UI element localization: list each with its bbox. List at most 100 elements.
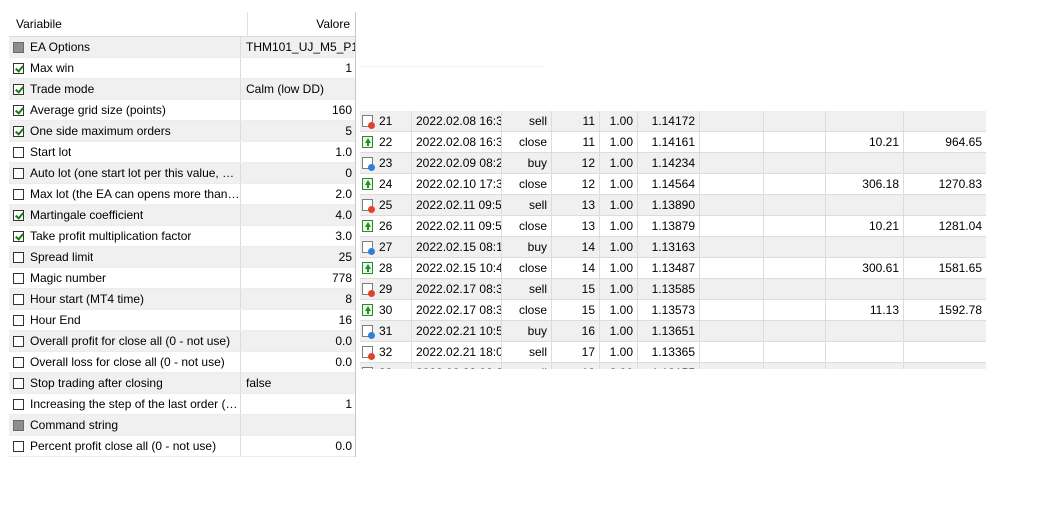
- trade-type: close: [502, 216, 552, 236]
- column-header-value[interactable]: Valore: [248, 12, 355, 36]
- parameter-value[interactable]: 4.0: [241, 205, 355, 225]
- sell-order-icon: [362, 115, 375, 129]
- trade-balance: [904, 153, 986, 173]
- table-row[interactable]: 29 2022.02.17 08:35 sell 15 1.00 1.13585: [360, 279, 986, 300]
- optimize-checkbox[interactable]: [13, 167, 24, 179]
- trade-number-cell: 27: [360, 237, 412, 257]
- parameter-name-cell: Magic number: [9, 268, 241, 288]
- table-row[interactable]: 23 2022.02.09 08:20 buy 12 1.00 1.14234: [360, 153, 986, 174]
- optimize-checkbox[interactable]: [13, 41, 24, 53]
- optimize-checkbox[interactable]: [13, 83, 24, 95]
- optimize-checkbox[interactable]: [13, 440, 24, 452]
- parameter-row[interactable]: Average grid size (points) 160: [9, 100, 355, 121]
- optimize-checkbox[interactable]: [13, 146, 24, 158]
- optimize-checkbox[interactable]: [13, 419, 24, 431]
- trade-profit: [826, 153, 904, 173]
- sell-order-icon: [362, 199, 375, 213]
- parameter-value[interactable]: 16: [241, 310, 355, 330]
- parameter-row[interactable]: EA Options THM101_UJ_M5_P157: [9, 37, 355, 58]
- parameter-row[interactable]: Stop trading after closing false: [9, 373, 355, 394]
- parameter-row[interactable]: Percent profit close all (0 - not use) 0.…: [9, 436, 355, 457]
- column-header-variable[interactable]: Variabile: [9, 12, 248, 36]
- parameter-row[interactable]: Hour start (MT4 time) 8: [9, 289, 355, 310]
- trade-number: 21: [379, 114, 393, 128]
- table-row[interactable]: 33 2022.02.22 02:20sell182.001.13155: [360, 363, 986, 369]
- parameter-row[interactable]: Start lot 1.0: [9, 142, 355, 163]
- parameter-value[interactable]: 778: [241, 268, 355, 288]
- parameter-row[interactable]: Increasing the step of the last order (m…: [9, 394, 355, 415]
- table-row[interactable]: 32 2022.02.21 18:05 sell 17 1.00 1.13365: [360, 342, 986, 363]
- parameter-label: Increasing the step of the last order (m…: [30, 397, 240, 411]
- optimize-checkbox[interactable]: [13, 293, 24, 305]
- trade-profit: [826, 195, 904, 215]
- parameter-row[interactable]: Max win 1: [9, 58, 355, 79]
- parameter-row[interactable]: One side maximum orders 5: [9, 121, 355, 142]
- parameter-row[interactable]: Hour End 16: [9, 310, 355, 331]
- trade-balance: [904, 321, 986, 341]
- parameter-row[interactable]: Auto lot (one start lot per this value, …: [9, 163, 355, 184]
- optimize-checkbox[interactable]: [13, 62, 24, 74]
- parameter-row[interactable]: Max lot (the EA can opens more than on..…: [9, 184, 355, 205]
- trade-price: 1.13573: [638, 300, 700, 320]
- parameter-value[interactable]: [241, 415, 355, 435]
- table-row[interactable]: 24 2022.02.10 17:31 close 12 1.00 1.14564 306.…: [360, 174, 986, 195]
- table-row[interactable]: 21 2022.02.08 16:35 sell 11 1.00 1.14172: [360, 111, 986, 132]
- parameter-value[interactable]: 0.0: [241, 331, 355, 351]
- trade-tp: [764, 237, 826, 257]
- parameter-rows: EA OptionsTHM101_UJ_M5_P157Max win1Trade…: [9, 37, 355, 457]
- parameter-value[interactable]: 160: [241, 100, 355, 120]
- parameter-value[interactable]: 25: [241, 247, 355, 267]
- trade-price: 1.13890: [638, 195, 700, 215]
- trade-size: 2.00: [600, 363, 638, 369]
- table-row[interactable]: 31 2022.02.21 10:55 buy 16 1.00 1.13651: [360, 321, 986, 342]
- parameter-row[interactable]: Command string: [9, 415, 355, 436]
- trade-number-cell: 22: [360, 132, 412, 152]
- optimize-checkbox[interactable]: [13, 314, 24, 326]
- parameter-value[interactable]: 1.0: [241, 142, 355, 162]
- parameter-row[interactable]: Martingale coefficient 4.0: [9, 205, 355, 226]
- trade-time: 2022.02.15 08:15: [412, 237, 502, 257]
- optimize-checkbox[interactable]: [13, 188, 24, 200]
- parameter-value[interactable]: 0.0: [241, 352, 355, 372]
- table-row[interactable]: 22 2022.02.08 16:37 close 11 1.00 1.14161 10.2…: [360, 132, 986, 153]
- table-row[interactable]: 30 2022.02.17 08:37 close 15 1.00 1.13573 11.1…: [360, 300, 986, 321]
- trade-size: 1.00: [600, 258, 638, 278]
- parameter-value[interactable]: THM101_UJ_M5_P157: [241, 37, 355, 57]
- parameter-row[interactable]: Trade mode Calm (low DD): [9, 79, 355, 100]
- parameter-value[interactable]: 2.0: [241, 184, 355, 204]
- optimize-checkbox[interactable]: [13, 377, 24, 389]
- parameter-value[interactable]: 0: [241, 163, 355, 183]
- optimize-checkbox[interactable]: [13, 272, 24, 284]
- parameter-value[interactable]: 1: [241, 394, 355, 414]
- trade-number: 32: [379, 345, 393, 359]
- parameter-value[interactable]: 0.0: [241, 436, 355, 456]
- parameter-value[interactable]: false: [241, 373, 355, 393]
- table-row[interactable]: 26 2022.02.11 09:57 close 13 1.00 1.13879 10.2…: [360, 216, 986, 237]
- table-row[interactable]: 27 2022.02.15 08:15 buy 14 1.00 1.13163: [360, 237, 986, 258]
- optimize-checkbox[interactable]: [13, 335, 24, 347]
- parameter-value[interactable]: 1: [241, 58, 355, 78]
- optimize-checkbox[interactable]: [13, 209, 24, 221]
- optimize-checkbox[interactable]: [13, 104, 24, 116]
- trade-size: 1.00: [600, 216, 638, 236]
- parameter-row[interactable]: Magic number 778: [9, 268, 355, 289]
- optimize-checkbox[interactable]: [13, 251, 24, 263]
- optimize-checkbox[interactable]: [13, 356, 24, 368]
- optimize-checkbox[interactable]: [13, 398, 24, 410]
- optimize-checkbox[interactable]: [13, 125, 24, 137]
- table-row[interactable]: 25 2022.02.11 09:50 sell 13 1.00 1.13890: [360, 195, 986, 216]
- trade-number: 30: [379, 303, 393, 317]
- parameter-row[interactable]: Spread limit 25: [9, 247, 355, 268]
- trade-tp: [764, 195, 826, 215]
- parameter-value[interactable]: Calm (low DD): [241, 79, 355, 99]
- parameter-value[interactable]: 5: [241, 121, 355, 141]
- parameter-row[interactable]: Take profit multiplication factor 3.0: [9, 226, 355, 247]
- parameter-row[interactable]: Overall profit for close all (0 - not us…: [9, 331, 355, 352]
- trade-number-cell: 28: [360, 258, 412, 278]
- parameter-value[interactable]: 8: [241, 289, 355, 309]
- trade-tp: [764, 216, 826, 236]
- parameter-row[interactable]: Overall loss for close all (0 - not use)…: [9, 352, 355, 373]
- table-row[interactable]: 28 2022.02.15 10:45 close 14 1.00 1.13487 300.…: [360, 258, 986, 279]
- optimize-checkbox[interactable]: [13, 230, 24, 242]
- parameter-value[interactable]: 3.0: [241, 226, 355, 246]
